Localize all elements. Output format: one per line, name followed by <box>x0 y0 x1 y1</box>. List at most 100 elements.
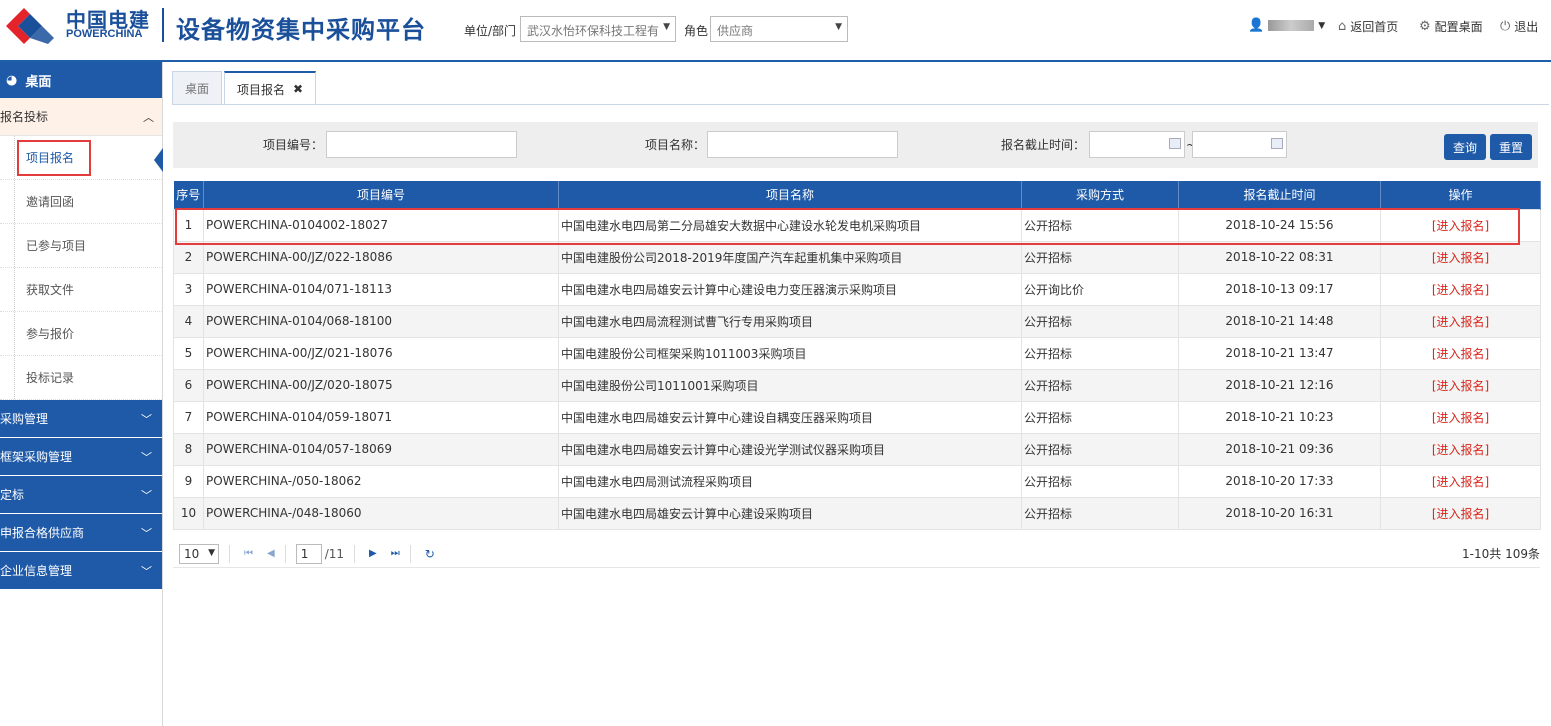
config-desktop-link[interactable]: ⚙ 配置桌面 <box>1419 18 1483 35</box>
col-header-no[interactable]: 序号 <box>173 181 204 209</box>
enter-signup-link[interactable]: [进入报名] <box>1380 496 1541 530</box>
col-header-code[interactable]: 项目编号 <box>203 181 559 209</box>
sidebar-group-label: 定标 <box>0 488 25 502</box>
chevron-up-icon: ︿ <box>143 110 154 124</box>
close-icon[interactable]: ✖ <box>293 82 303 96</box>
prev-page-icon[interactable]: ◀ <box>267 548 275 559</box>
sidebar-sub-label: 已参与项目 <box>26 239 87 253</box>
row-no: 9 <box>173 464 204 498</box>
row-no: 7 <box>173 400 204 434</box>
logo-en-text: POWERCHINA <box>66 28 143 40</box>
sidebar-group-qualified-supplier[interactable]: 申报合格供应商 ﹀ <box>0 514 162 552</box>
sidebar-item-project-signup[interactable]: 项目报名 <box>0 136 163 180</box>
user-menu[interactable]: 👤 ▼ <box>1248 18 1325 33</box>
next-page-icon[interactable]: ▶ <box>369 548 377 559</box>
row-name: 中国电建水电四局流程测试曹飞行专用采购项目 <box>558 304 1022 338</box>
sidebar-group-award[interactable]: 定标 ﹀ <box>0 476 162 514</box>
unit-select-value: 武汉水怡环保科技工程有 <box>527 24 660 38</box>
platform-title: 设备物资集中采购平台 <box>176 16 426 44</box>
table-row[interactable]: 8 POWERCHINA-0104/057-18069 中国电建水电四局雄安云计算中… <box>173 432 1541 466</box>
col-header-deadline[interactable]: 报名截止时间 <box>1178 181 1381 209</box>
row-deadline: 2018-10-20 17:33 <box>1178 464 1381 498</box>
enter-signup-link[interactable]: [进入报名] <box>1380 464 1541 498</box>
first-page-icon[interactable]: ⏮ <box>244 548 253 559</box>
row-code: POWERCHINA-00/JZ/020-18075 <box>203 368 559 402</box>
gear-icon: ⚙ <box>1419 19 1431 34</box>
last-page-icon[interactable]: ⏭ <box>391 548 400 559</box>
project-name-input[interactable] <box>707 131 898 158</box>
sidebar-item-quote[interactable]: 参与报价 <box>0 312 162 356</box>
page-size-select[interactable]: 10 ▼ <box>179 543 219 564</box>
deadline-end-input[interactable] <box>1192 131 1287 158</box>
sidebar-sub-label: 投标记录 <box>26 371 75 385</box>
refresh-icon[interactable]: ↻ <box>425 547 435 561</box>
project-code-label: 项目编号： <box>263 138 324 152</box>
row-no: 10 <box>173 496 204 530</box>
powerchina-logo-icon <box>6 8 54 44</box>
table-row[interactable]: 6 POWERCHINA-00/JZ/020-18075 中国电建股份公司10110… <box>173 368 1541 402</box>
enter-signup-link[interactable]: [进入报名] <box>1380 240 1541 274</box>
table-row[interactable]: 2 POWERCHINA-00/JZ/022-18086 中国电建股份公司2018-… <box>173 240 1541 274</box>
tab-project-signup[interactable]: 项目报名 ✖ <box>224 71 317 105</box>
row-no: 1 <box>173 208 204 242</box>
enter-signup-link[interactable]: [进入报名] <box>1380 432 1541 466</box>
col-header-name[interactable]: 项目名称 <box>558 181 1022 209</box>
row-code: POWERCHINA-/048-18060 <box>203 496 559 530</box>
sidebar-group-framework[interactable]: 框架采购管理 ﹀ <box>0 438 162 476</box>
col-header-method[interactable]: 采购方式 <box>1021 181 1179 209</box>
sidebar-item-invitation-reply[interactable]: 邀请回函 <box>0 180 162 224</box>
tab-bar: 桌面 项目报名 ✖ <box>172 71 318 105</box>
enter-signup-link[interactable]: [进入报名] <box>1380 368 1541 402</box>
table-row[interactable]: 9 POWERCHINA-/050-18062 中国电建水电四局测试流程采购项目 公开… <box>173 464 1541 498</box>
row-name: 中国电建水电四局雄安云计算中心建设光学测试仪器采购项目 <box>558 432 1022 466</box>
chevron-down-icon: ﹀ <box>141 564 152 578</box>
enter-signup-link[interactable]: [进入报名] <box>1380 304 1541 338</box>
sidebar-group-procurement[interactable]: 采购管理 ﹀ <box>0 400 162 438</box>
table-row[interactable]: 3 POWERCHINA-0104/071-18113 中国电建水电四局雄安云计算中… <box>173 272 1541 306</box>
tab-desktop[interactable]: 桌面 <box>172 71 223 105</box>
project-code-input[interactable] <box>326 131 517 158</box>
col-header-action: 操作 <box>1380 181 1541 209</box>
row-name: 中国电建水电四局测试流程采购项目 <box>558 464 1022 498</box>
tab-underline <box>172 104 1549 105</box>
unit-select[interactable]: 武汉水怡环保科技工程有 ▼ <box>520 16 676 42</box>
sidebar: ◕ 桌面 报名投标 ︿ 项目报名 邀请回函 已参与项目 获取文件 参与报价 投标… <box>0 62 163 726</box>
sidebar-item-get-files[interactable]: 获取文件 <box>0 268 162 312</box>
row-deadline: 2018-10-24 15:56 <box>1178 208 1381 242</box>
row-name: 中国电建股份公司框架采购1011003采购项目 <box>558 336 1022 370</box>
table-row[interactable]: 10 POWERCHINA-/048-18060 中国电建水电四局雄安云计算中心建设… <box>173 496 1541 530</box>
calendar-icon[interactable] <box>1169 138 1181 149</box>
record-count: 1-10共 109条 <box>1462 547 1540 561</box>
reset-button[interactable]: 重置 <box>1490 134 1532 160</box>
row-name: 中国电建股份公司2018-2019年度国产汽车起重机集中采购项目 <box>558 240 1022 274</box>
table-row[interactable]: 1 POWERCHINA-0104002-18027 中国电建水电四局第二分局雄安大… <box>173 208 1541 242</box>
role-label: 角色 <box>684 24 709 38</box>
query-button[interactable]: 查询 <box>1444 134 1486 160</box>
home-link[interactable]: ⌂ 返回首页 <box>1338 18 1398 35</box>
sidebar-sub-label: 获取文件 <box>26 283 75 297</box>
enter-signup-link[interactable]: [进入报名] <box>1380 272 1541 306</box>
table-row[interactable]: 7 POWERCHINA-0104/059-18071 中国电建水电四局雄安云计算中… <box>173 400 1541 434</box>
config-link-label: 配置桌面 <box>1434 20 1483 34</box>
enter-signup-link[interactable]: [进入报名] <box>1380 336 1541 370</box>
sidebar-item-joined-projects[interactable]: 已参与项目 <box>0 224 162 268</box>
sidebar-item-bid-records[interactable]: 投标记录 <box>0 356 162 400</box>
table-row[interactable]: 5 POWERCHINA-00/JZ/021-18076 中国电建股份公司框架采购1… <box>173 336 1541 370</box>
sidebar-group-company-info[interactable]: 企业信息管理 ﹀ <box>0 552 162 590</box>
chevron-down-icon: ﹀ <box>141 526 152 540</box>
sidebar-item-desktop[interactable]: ◕ 桌面 <box>0 62 162 98</box>
row-name: 中国电建水电四局雄安云计算中心建设采购项目 <box>558 496 1022 530</box>
enter-signup-link[interactable]: [进入报名] <box>1380 208 1541 242</box>
top-header: 中国电建 POWERCHINA 设备物资集中采购平台 单位/部门 武汉水怡环保科… <box>0 0 1551 60</box>
calendar-icon[interactable] <box>1271 138 1283 149</box>
deadline-start-input[interactable] <box>1089 131 1185 158</box>
sidebar-group-bidding[interactable]: 报名投标 ︿ <box>0 98 162 136</box>
table-row[interactable]: 4 POWERCHINA-0104/068-18100 中国电建水电四局流程测试曹飞… <box>173 304 1541 338</box>
search-panel: 项目编号： 项目名称： 报名截止时间： ~ 查询 重置 <box>173 122 1538 168</box>
row-method: 公开招标 <box>1021 400 1179 434</box>
enter-signup-link[interactable]: [进入报名] <box>1380 400 1541 434</box>
page-number-input[interactable]: 1 <box>295 543 322 564</box>
logout-link[interactable]: ⏻ 退出 <box>1500 18 1538 35</box>
role-select-value: 供应商 <box>717 24 754 38</box>
role-select[interactable]: 供应商 ▼ <box>710 16 848 42</box>
